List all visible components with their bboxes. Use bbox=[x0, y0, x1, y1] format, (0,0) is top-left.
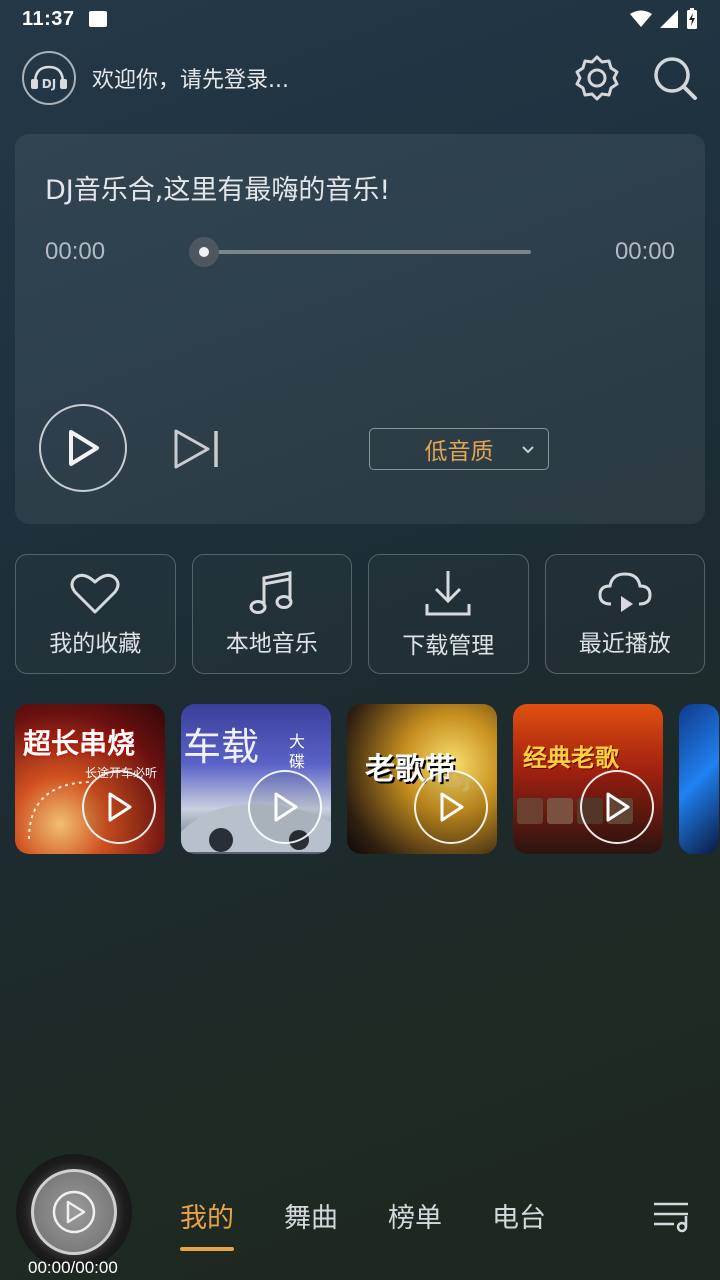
player-title: DJ音乐合,这里有最嗨的音乐! bbox=[45, 175, 391, 206]
svg-text:DJ: DJ bbox=[42, 77, 56, 91]
local-music-button[interactable]: 本地音乐 bbox=[191, 554, 352, 674]
mini-player-time: 00:00/00:00 bbox=[28, 1258, 118, 1277]
status-icons bbox=[630, 8, 698, 30]
chevron-down-icon bbox=[522, 446, 534, 454]
album-title: 车载 bbox=[183, 725, 260, 769]
image-notification-icon bbox=[88, 11, 107, 27]
quality-select[interactable]: 低音质 bbox=[369, 428, 549, 470]
status-bar: 11:37 bbox=[0, 0, 720, 38]
album-play-button[interactable] bbox=[580, 770, 654, 844]
play-icon bbox=[440, 792, 464, 822]
album-card[interactable]: 车载 大碟 bbox=[181, 704, 331, 854]
progress-slider[interactable] bbox=[189, 237, 531, 267]
main-tabs: 我的 舞曲 榜单 电台 bbox=[180, 1196, 546, 1251]
dj-avatar[interactable]: DJ bbox=[22, 51, 76, 105]
play-button[interactable] bbox=[39, 404, 127, 492]
login-prompt[interactable]: 欢迎你，请先登录... bbox=[92, 62, 289, 94]
heart-icon bbox=[70, 573, 120, 614]
quick-actions: 我的收藏 本地音乐 下载管理 最近播放 bbox=[15, 554, 705, 674]
album-subtitle: 大碟 bbox=[289, 732, 306, 771]
play-icon bbox=[108, 792, 132, 822]
settings-gear-icon[interactable] bbox=[572, 53, 622, 103]
album-card[interactable]: 老歌带 DJ bbox=[347, 704, 497, 854]
player-card: DJ音乐合,这里有最嗨的音乐! 00:00 00:00 低音质 bbox=[15, 134, 705, 524]
play-icon bbox=[606, 792, 630, 822]
play-icon bbox=[69, 430, 99, 466]
dj-logo-icon: DJ bbox=[31, 65, 67, 91]
album-card-partial[interactable] bbox=[679, 704, 719, 854]
local-music-label: 本地音乐 bbox=[225, 631, 318, 657]
playlist-queue-icon[interactable] bbox=[652, 1198, 692, 1234]
battery-icon bbox=[687, 8, 697, 29]
wifi-icon bbox=[630, 10, 652, 27]
tab-radio[interactable]: 电台 bbox=[492, 1196, 546, 1235]
total-time: 00:00 bbox=[614, 238, 675, 265]
disc-center bbox=[31, 1169, 117, 1255]
download-manager-label: 下载管理 bbox=[402, 633, 495, 659]
signal-icon bbox=[660, 10, 678, 28]
album-title: 超长串烧 bbox=[23, 727, 136, 760]
download-icon bbox=[425, 571, 471, 616]
skip-next-icon bbox=[174, 429, 218, 469]
cloud-play-icon bbox=[598, 572, 652, 612]
album-play-button[interactable] bbox=[82, 770, 156, 844]
status-time: 11:37 bbox=[22, 7, 75, 30]
play-icon bbox=[274, 792, 298, 822]
album-play-button[interactable] bbox=[248, 770, 322, 844]
tab-mine[interactable]: 我的 bbox=[180, 1196, 234, 1251]
recent-plays-button[interactable]: 最近播放 bbox=[544, 554, 705, 674]
quality-value: 低音质 bbox=[424, 439, 494, 465]
tab-charts[interactable]: 榜单 bbox=[388, 1196, 442, 1235]
album-title: 经典老歌 bbox=[523, 744, 619, 772]
recent-plays-label: 最近播放 bbox=[578, 631, 671, 657]
album-carousel[interactable]: 超长串烧 长途开车必听 车载 大碟 老歌带 DJ 经典老歌 bbox=[15, 704, 720, 854]
next-button[interactable] bbox=[171, 426, 221, 472]
album-card[interactable]: 超长串烧 长途开车必听 bbox=[15, 704, 165, 854]
progress-knob[interactable] bbox=[189, 237, 219, 267]
header: DJ 欢迎你，请先登录... bbox=[22, 50, 698, 106]
play-icon bbox=[52, 1190, 96, 1234]
tab-dance[interactable]: 舞曲 bbox=[284, 1196, 338, 1235]
now-playing-disc[interactable] bbox=[16, 1154, 132, 1270]
album-play-button[interactable] bbox=[414, 770, 488, 844]
favorites-button[interactable]: 我的收藏 bbox=[15, 554, 176, 674]
download-manager-button[interactable]: 下载管理 bbox=[368, 554, 529, 674]
music-note-icon bbox=[249, 571, 293, 614]
favorites-label: 我的收藏 bbox=[49, 631, 142, 657]
album-card[interactable]: 经典老歌 bbox=[513, 704, 663, 854]
bottom-nav: 00:00/00:00 我的 舞曲 榜单 电台 bbox=[0, 1150, 720, 1280]
elapsed-time: 00:00 bbox=[45, 238, 106, 265]
search-icon[interactable] bbox=[652, 55, 698, 101]
